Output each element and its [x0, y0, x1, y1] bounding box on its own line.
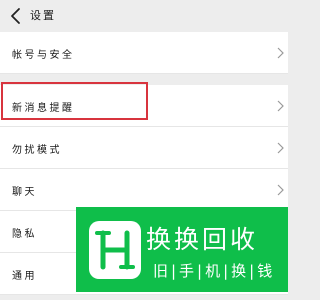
h-logo-icon: [95, 230, 135, 270]
settings-item-label: 隐私: [12, 229, 37, 240]
page-title: 设置: [30, 9, 56, 22]
back-arrow-icon[interactable]: [6, 6, 26, 26]
watermark-logo: [89, 221, 141, 279]
watermark-banner: 换换回收 旧|手|机|换|钱: [76, 207, 288, 292]
settings-item-new-message-alert[interactable]: 新消息提醒: [0, 85, 288, 127]
settings-item-label: 聊天: [12, 187, 37, 198]
settings-item-label: 帐号与安全: [12, 50, 75, 61]
settings-item-label: 新消息提醒: [12, 103, 75, 114]
chevron-right-icon: [277, 47, 284, 59]
watermark-title: 换换回收: [146, 225, 259, 254]
settings-item-label: 勿扰模式: [12, 145, 62, 156]
top-bar: 设置: [0, 0, 288, 32]
settings-item-account-security[interactable]: 帐号与安全: [0, 32, 288, 74]
watermark-subtitle: 旧|手|机|换|钱: [153, 262, 276, 280]
settings-item-label: 通用: [12, 271, 37, 282]
chevron-right-icon: [277, 142, 284, 154]
chevron-right-icon: [277, 184, 284, 196]
settings-item-chat[interactable]: 聊天: [0, 169, 288, 211]
settings-item-do-not-disturb[interactable]: 勿扰模式: [0, 127, 288, 169]
chevron-right-icon: [277, 100, 284, 112]
